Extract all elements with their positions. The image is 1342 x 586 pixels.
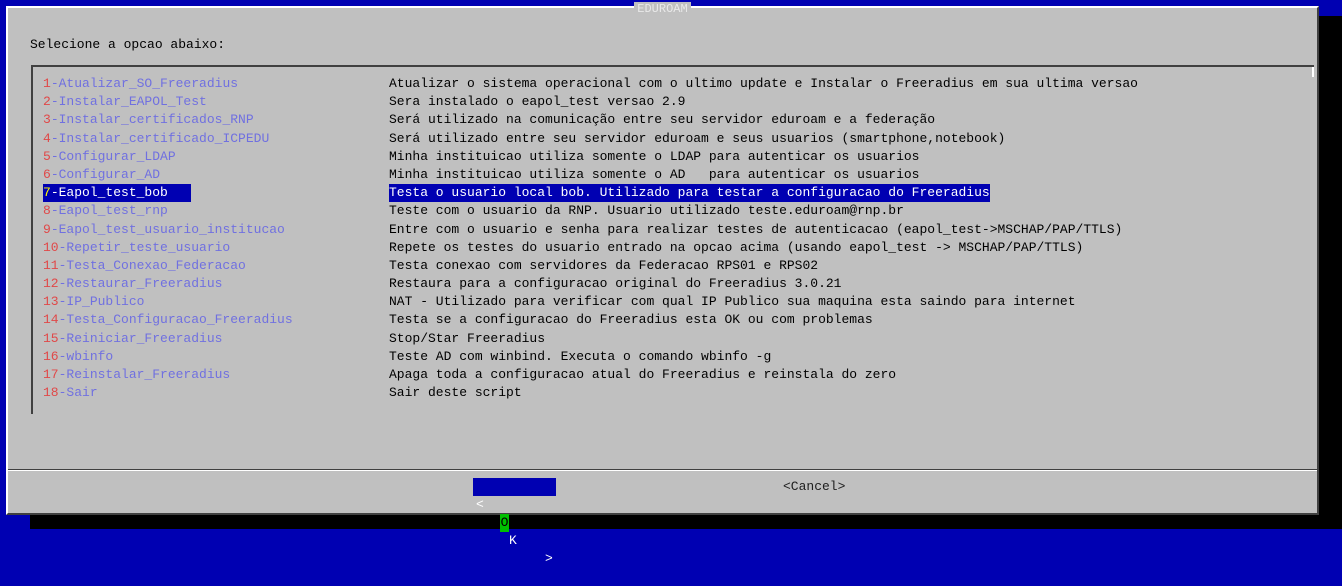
menu-item-description: Repete os testes do usuario entrado na o…	[389, 239, 1084, 255]
dialog-title: EDUROAM	[8, 1, 1317, 17]
menu-item-label: -Configurar_AD	[50, 166, 161, 182]
menu-item-label: -Reiniciar_Freeradius	[58, 330, 223, 346]
menu-item-description: Entre com o usuario e senha para realiza…	[389, 221, 1123, 237]
menu-item-description: Minha instituicao utiliza somente o AD p…	[389, 166, 920, 182]
menu-item-description: Sair deste script	[389, 385, 522, 401]
menu-item-tag: 16-wbinfo	[43, 348, 353, 366]
menu-item-tag: 17-Reinstalar_Freeradius	[43, 366, 353, 384]
menu-item-label: -Sair	[58, 385, 98, 401]
menu-item-number: 9	[43, 221, 51, 237]
menu-item-description: Atualizar o sistema operacional com o ul…	[389, 76, 1138, 91]
menu-item-description: Será utilizado na comunicação entre seu …	[389, 112, 936, 128]
menu-item-number: 12	[43, 276, 59, 292]
menu-item-description: Apaga toda a configuracao atual do Freer…	[389, 367, 897, 382]
menu-item-tag: 18-Sair	[43, 384, 353, 402]
menu-item-tag: 1-Atualizar_SO_Freeradius	[43, 75, 353, 93]
menu-item-tag: 15-Reiniciar_Freeradius	[43, 330, 353, 348]
menu-item-number: 16	[43, 348, 59, 364]
menu-item-label: -Testa_Conexao_Federacao	[58, 257, 246, 273]
menu-item-label: -Repetir_teste_usuario	[58, 239, 231, 255]
menu-item-number: 5	[43, 148, 51, 164]
menu-item-tag: 14-Testa_Configuracao_Freeradius	[43, 311, 353, 329]
menu-item-description: Restaura para a configuracao original do…	[389, 276, 842, 292]
menu-item-tag: 11-Testa_Conexao_Federacao	[43, 257, 353, 275]
menu-item-number: 13	[43, 294, 59, 310]
menu-item-number: 6	[43, 166, 51, 182]
menu-item-number: 8	[43, 203, 51, 219]
menu-item-label: -Instalar_certificados_RNP	[50, 112, 254, 128]
menu-item-tag: 5-Configurar_LDAP	[43, 148, 353, 166]
menu-item-description: Minha instituicao utiliza somente o LDAP…	[389, 148, 920, 164]
menu-item-description: Será utilizado entre seu servidor eduroa…	[389, 130, 1006, 146]
menu-item-tag: 4-Instalar_certificado_ICPEDU	[43, 130, 353, 148]
menu-item-tag: 12-Restaurar_Freeradius	[43, 275, 353, 293]
menu-item-tag: 10-Repetir_teste_usuario	[43, 239, 353, 257]
menu-item-label: -Restaurar_Freeradius	[58, 276, 223, 292]
menu-item-number: 14	[43, 312, 59, 328]
menu-item-number: 11	[43, 257, 59, 273]
menu-item-label: -Eapol_test_rnp	[50, 203, 168, 219]
menu-item-number: 1	[43, 76, 51, 91]
menu-item-description: Testa se a configuracao do Freeradius es…	[389, 312, 873, 328]
ok-hotkey: O	[500, 514, 509, 532]
menu-item-tag: 6-Configurar_AD	[43, 166, 353, 184]
menu-item-label: -Testa_Configuracao_Freeradius	[58, 312, 293, 328]
menu-item-number: 3	[43, 112, 51, 128]
menu-item-tag: 9-Eapol_test_usuario_institucao	[43, 221, 353, 239]
menu-item-number: 2	[43, 94, 51, 110]
ok-right-bracket: >	[545, 551, 553, 566]
menu-item-tag: 3-Instalar_certificados_RNP	[43, 111, 353, 129]
menu-item-number: 17	[43, 367, 59, 382]
cancel-button[interactable]: <Cancel>	[783, 478, 845, 496]
menu-item-number: 4	[43, 130, 51, 146]
menu-item-label: -Atualizar_SO_Freeradius	[50, 76, 239, 91]
menu-box: 1-Atualizar_SO_Freeradius Atualizar o sis…	[31, 65, 1314, 414]
ok-label-rest: K	[509, 533, 517, 548]
menu-item-tag: 8-Eapol_test_rnp	[43, 202, 353, 220]
menu-item-label: -Eapol_test_bob	[50, 185, 168, 201]
menu-item-description: NAT - Utilizado para verificar com qual …	[389, 294, 1076, 310]
menu-item-description: Teste AD com winbind. Executa o comando …	[389, 348, 772, 364]
menu-item-number: 18	[43, 385, 59, 401]
menu-item-description: Teste com o usuario da RNP. Usuario util…	[389, 203, 904, 219]
menu-item-description: Sera instalado o eapol_test versao 2.9	[389, 94, 686, 110]
menu-item-label: -Configurar_LDAP	[50, 148, 176, 164]
button-separator	[8, 469, 1317, 471]
menu-item-description: Testa conexao com servidores da Federaca…	[389, 257, 819, 273]
menu-item-label: -Eapol_test_usuario_institucao	[50, 221, 285, 237]
menu-item-number: 7	[43, 185, 51, 201]
menu-item-description: Testa o usuario local bob. Utilizado par…	[389, 184, 990, 203]
ok-button[interactable]: < O K >	[473, 478, 556, 566]
dialog-prompt: Selecione a opcao abaixo:	[30, 37, 226, 52]
ok-left-bracket: <	[476, 497, 484, 512]
menu-item-label: -wbinfo	[58, 348, 114, 364]
menu-item-description: Stop/Star Freeradius	[389, 330, 546, 346]
eduroam-dialog: EDUROAM Selecione a opcao abaixo: 1-Atua…	[6, 2, 1319, 566]
menu-item-number: 15	[43, 330, 59, 346]
menu-item-tag: 13-IP_Publico	[43, 293, 353, 311]
menu-item-tag: 7-Eapol_test_bob	[43, 184, 191, 203]
menu-item-tag: 2-Instalar_EAPOL_Test	[43, 93, 353, 111]
menu-item-label: -IP_Publico	[58, 294, 145, 310]
menu-item-number: 10	[43, 239, 59, 255]
menu-item-label: -Instalar_EAPOL_Test	[50, 94, 207, 110]
menu-item-label: -Reinstalar_Freeradius	[58, 367, 231, 382]
menu-item-label: -Instalar_certificado_ICPEDU	[50, 130, 270, 146]
